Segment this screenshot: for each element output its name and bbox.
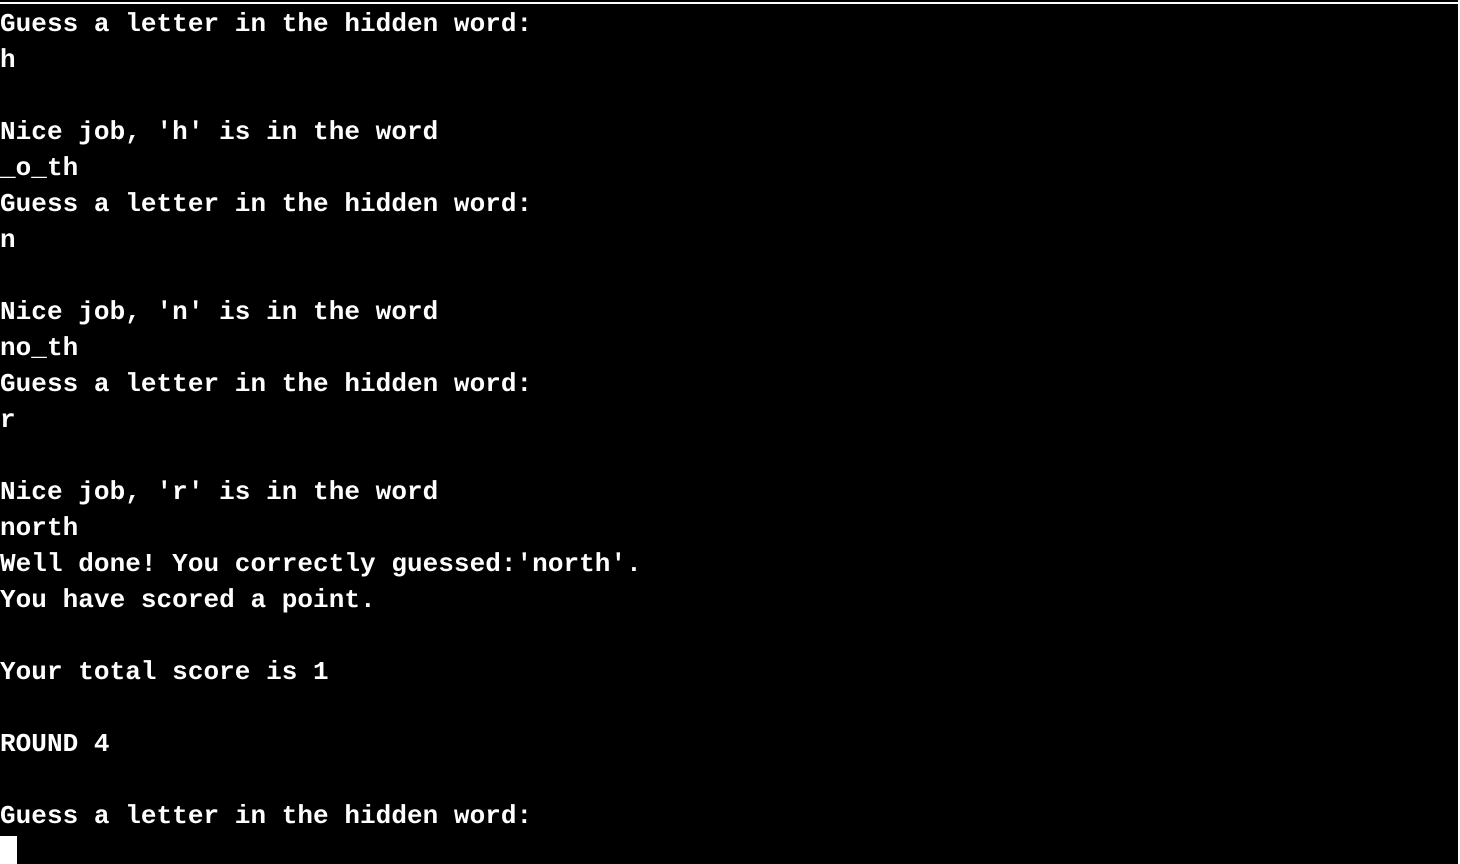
terminal-line: h <box>0 45 16 75</box>
terminal-line: Guess a letter in the hidden word: <box>0 9 533 39</box>
text-cursor[interactable] <box>0 836 17 864</box>
terminal-window[interactable]: Guess a letter in the hidden word: h Nic… <box>0 2 1458 864</box>
terminal-output: Guess a letter in the hidden word: h Nic… <box>0 6 1458 864</box>
terminal-line: Well done! You correctly guessed:'north'… <box>0 549 642 579</box>
terminal-input-line[interactable] <box>0 834 1458 864</box>
terminal-line: n <box>0 225 16 255</box>
terminal-line: Your total score is 1 <box>0 657 329 687</box>
terminal-line: _o_th <box>0 153 79 183</box>
terminal-line: You have scored a point. <box>0 585 376 615</box>
terminal-line: Nice job, 'h' is in the word <box>0 117 439 147</box>
terminal-line: Guess a letter in the hidden word: <box>0 189 533 219</box>
terminal-line: ROUND 4 <box>0 729 110 759</box>
terminal-line: Nice job, 'r' is in the word <box>0 477 439 507</box>
terminal-line: r <box>0 405 16 435</box>
terminal-line: Nice job, 'n' is in the word <box>0 297 439 327</box>
terminal-line: north <box>0 513 79 543</box>
terminal-line: no_th <box>0 333 79 363</box>
terminal-line: Guess a letter in the hidden word: <box>0 369 533 399</box>
terminal-line: Guess a letter in the hidden word: <box>0 801 533 831</box>
